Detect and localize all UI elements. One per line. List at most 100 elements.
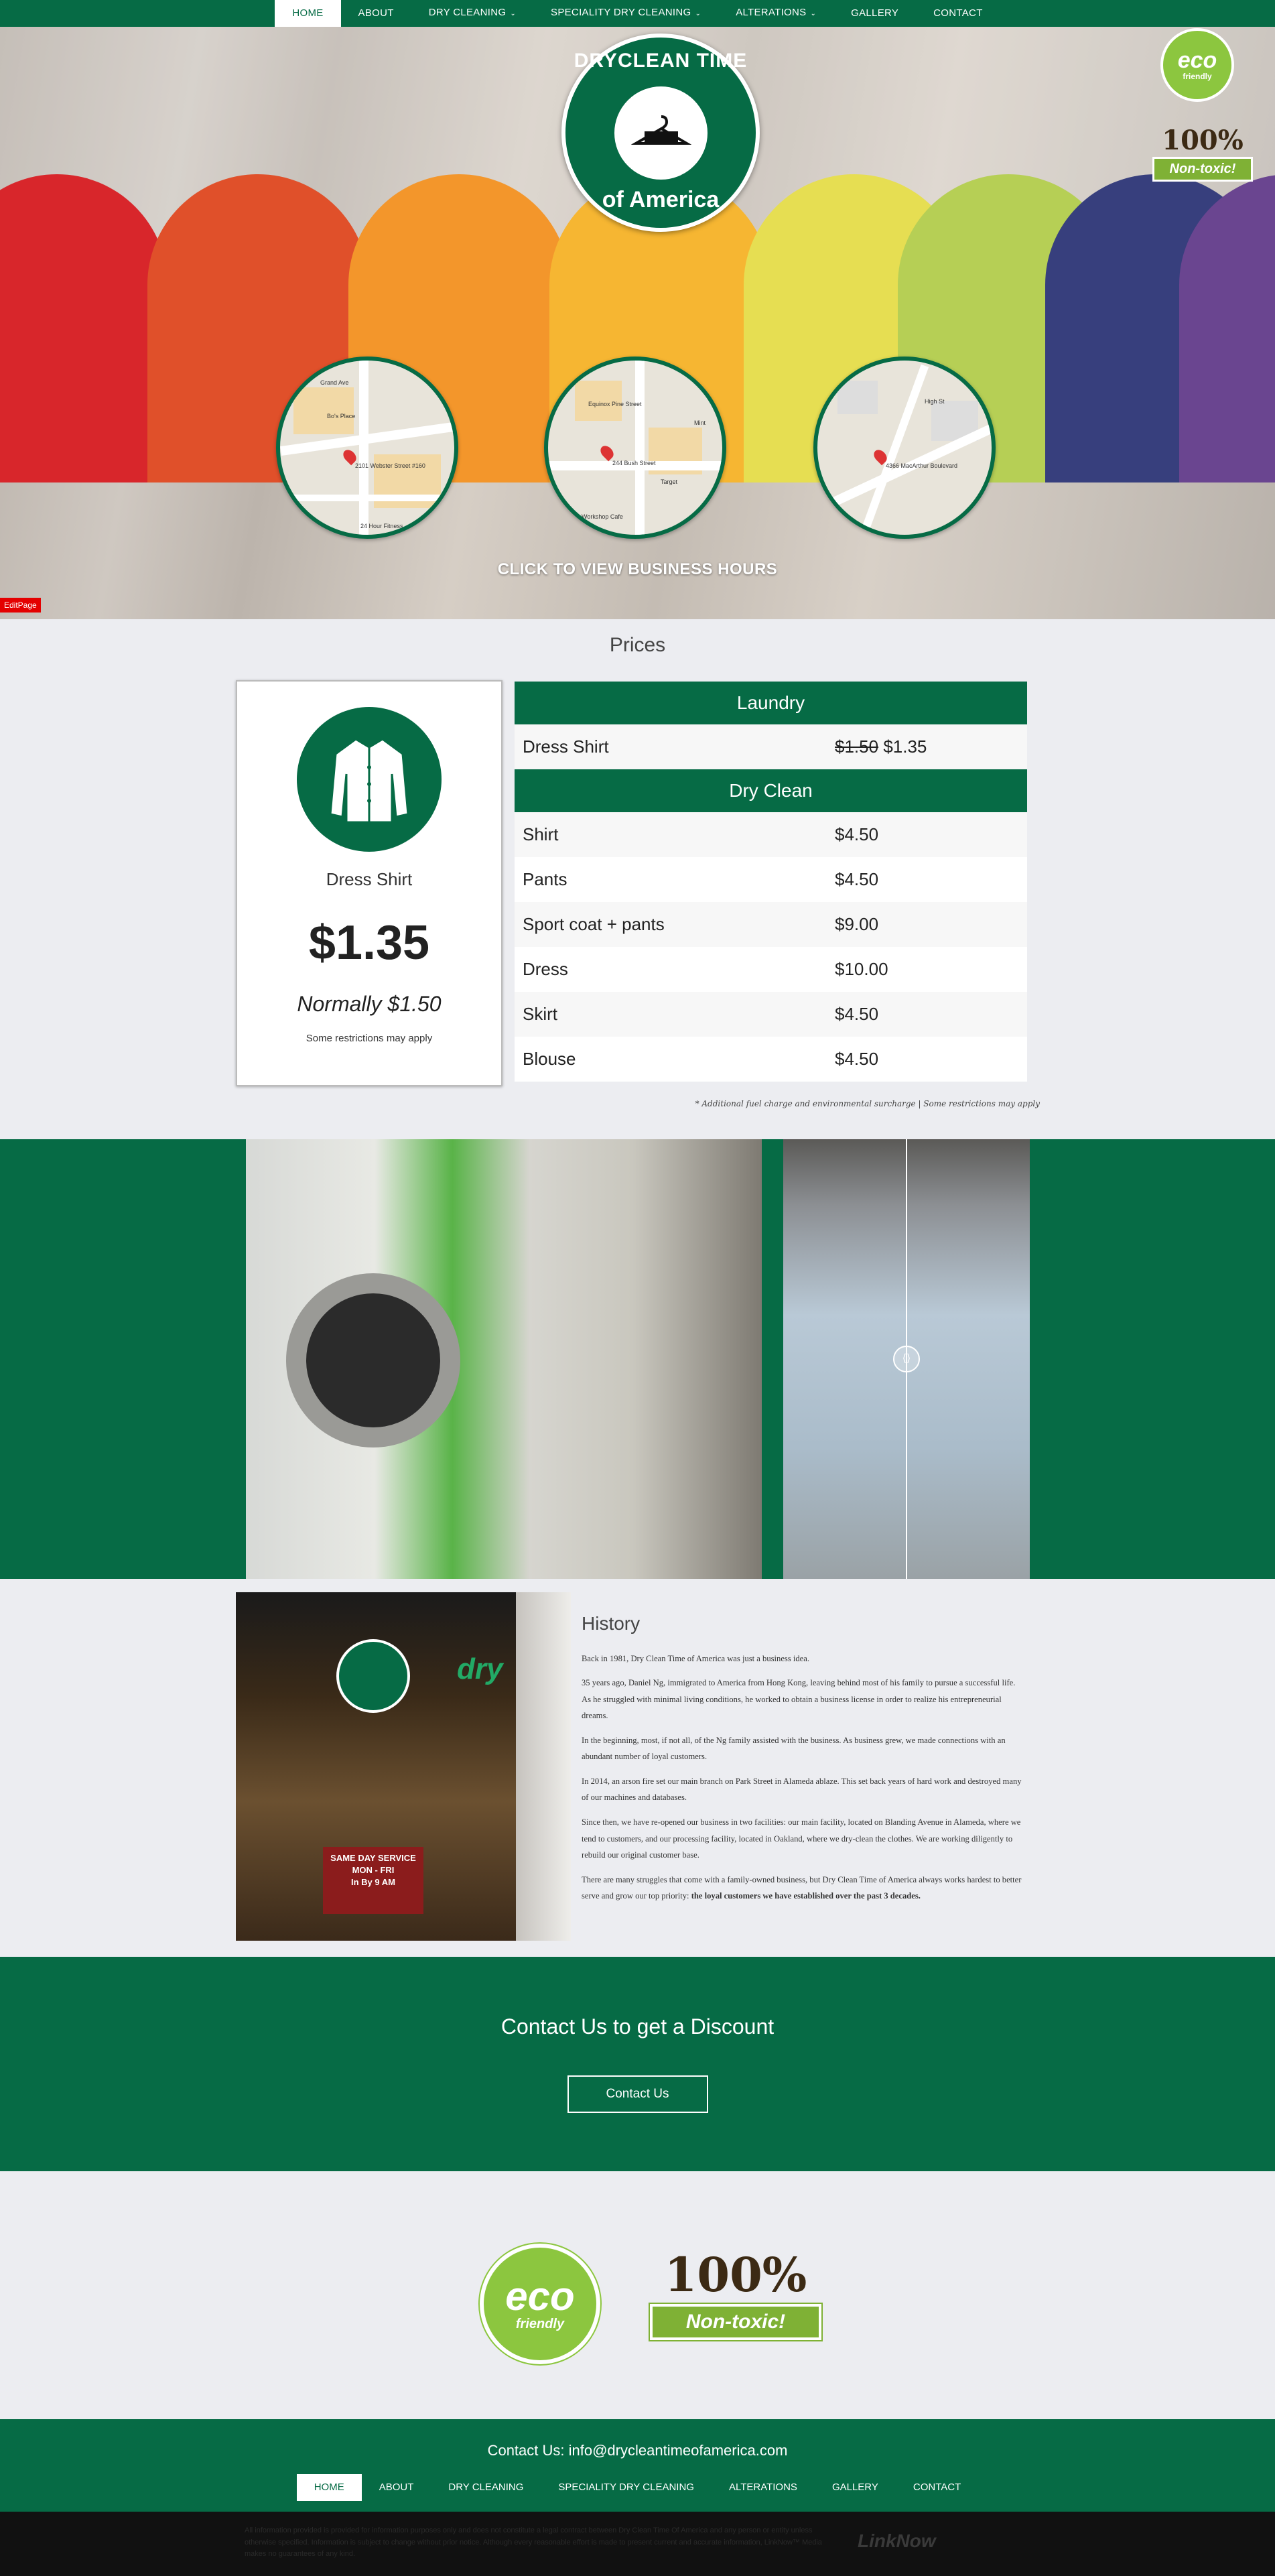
company-logo[interactable]: DRYCLEAN TIME of America [561,34,760,232]
footer-nav-item-alterations[interactable]: ALTERATIONS [712,2474,815,2501]
washer-drum [286,1273,460,1447]
map-location-1[interactable]: Grand Ave Bo's Place 2101 Webster Street… [276,357,458,539]
promo-item: Dress Shirt [326,869,413,889]
footer-email[interactable]: Contact Us: info@drycleantimeofamerica.c… [0,2442,1275,2459]
nav-label: GALLERY [851,7,899,19]
prices-title: Prices [609,634,666,656]
map-label: 24 Hour Fitness [360,523,403,529]
price-row: Pants $4.50 [515,857,1027,902]
new-price: $1.35 [883,736,927,757]
linknow-logo[interactable]: LinkNow [858,2530,936,2552]
price-row: Sport coat + pants $9.00 [515,902,1027,947]
cta-title: Contact Us to get a Discount [500,2014,775,2039]
footer-nav-label: SPECIALITY DRY CLEANING [558,2482,694,2493]
nav-item-home[interactable]: HOME [275,0,341,27]
nav-item-contact[interactable]: CONTACT [916,0,1000,27]
history-paragraph: In 2014, an arson fire set our main bran… [582,1776,1022,1803]
storefront-photo: dry SAME DAY SERVICE MON - FRI In By 9 A… [236,1592,571,1941]
promo-normal-price: Normally $1.50 [297,992,442,1016]
map-label: High St [925,398,945,405]
non-toxic-percent: 100% [1162,125,1244,156]
footer-nav-item-gallery[interactable]: GALLERY [815,2474,896,2501]
poster-line: In By 9 AM [351,1877,395,1888]
eco-badge-subtext: friendly [515,2316,565,2331]
contact-us-button[interactable]: Contact Us [567,2075,708,2113]
business-hours-link[interactable]: CLICK TO VIEW BUSINESS HOURS [0,560,1275,579]
footer-nav-item-home[interactable]: HOME [296,2474,362,2501]
hero-banner: DRYCLEAN TIME of America eco friendly 10… [0,0,1275,619]
comparison-slider-handle-icon[interactable]: ⟨⟩ [893,1346,920,1372]
nav-item-speciality-dry-cleaning[interactable]: SPECIALITY DRY CLEANING ⌄ [533,0,718,27]
history-paragraph: There are many struggles that come with … [582,1872,1024,1905]
price-fine-print: * Additional fuel charge and environment… [695,1099,1040,1108]
map-address: 2101 Webster Street #160 [355,462,425,469]
price-item-name: Shirt [523,824,559,844]
footer-nav-label: HOME [314,2482,344,2493]
nav-label: DRY CLEANING [428,7,507,18]
map-address: 244 Bush Street [612,460,656,466]
eco-badge-text: eco [505,2273,575,2319]
map-label: Grand Ave [320,379,349,386]
map-label: Bo's Place [327,413,356,420]
footer-nav-item-about[interactable]: ABOUT [362,2474,431,2501]
dryclean-rows: Shirt $4.50 Pants $4.50 Sport coat + pants $9… [515,812,1027,1082]
nav-item-alterations[interactable]: ALTERATIONS ⌄ [718,0,833,27]
map-location-3[interactable]: High St 4366 MacArthur Boulevard [813,357,996,539]
nav-label: CONTACT [933,7,983,19]
price-row: Blouse $4.50 [515,1037,1027,1082]
history-title: History [582,1613,641,1634]
legal-disclaimer: All information provided is provided for… [245,2526,822,2559]
price-item-name: Dress Shirt [523,736,609,757]
dryclean-header: Dry Clean [515,769,1027,812]
price-row: Dress Shirt $1.50 $1.35 [515,724,1027,769]
footer-nav-item-dry-cleaning[interactable]: DRY CLEANING [431,2474,541,2501]
footer: Contact Us: info@drycleantimeofamerica.c… [0,2419,1275,2512]
laundry-rows: Dress Shirt $1.50 $1.35 [515,724,1027,769]
map-label: Workshop Cafe [582,513,623,520]
logo-emblem [612,84,710,182]
non-toxic-badge: 100% Non-toxic! [1152,127,1253,189]
footer-nav-item-speciality-dry-cleaning[interactable]: SPECIALITY DRY CLEANING [541,2474,712,2501]
promo-card: Dress Shirt $1.35 Normally $1.50 Some re… [236,680,502,1086]
badges-section: eco friendly 100% Non-toxic! [0,2171,1275,2419]
nav-item-gallery[interactable]: GALLERY [833,0,916,27]
map-label: Equinox Pine Street [588,401,642,407]
price-item-value: $4.50 [835,869,879,889]
edit-page-button[interactable]: EditPage [0,598,41,613]
nav-list: HOME ABOUT DRY CLEANING ⌄ SPECIALITY DRY CLE… [275,0,1000,27]
old-price: $1.50 [835,736,879,757]
photo-section: ⟨⟩ [0,1139,1275,1579]
history-paragraph: Back in 1981, Dry Clean Time of America … [582,1653,809,1663]
nav-item-dry-cleaning[interactable]: DRY CLEANING ⌄ [411,0,533,27]
promo-restrictions: Some restrictions may apply [306,1033,433,1044]
map-address: 4366 MacArthur Boulevard [886,462,958,469]
non-toxic-badge-large: 100% Non-toxic! [650,2252,821,2340]
top-navigation: HOME ABOUT DRY CLEANING ⌄ SPECIALITY DRY CLE… [0,0,1275,27]
price-item-value: $9.00 [835,914,879,934]
shirt-badge [297,707,442,852]
promo-price: $1.35 [308,916,430,970]
map-location-2[interactable]: Equinox Pine Street Mint 244 Bush Street… [544,357,726,539]
footer-nav-label: GALLERY [831,2482,878,2493]
non-toxic-percent: 100% [664,2247,807,2303]
nav-label: ABOUT [358,7,394,19]
price-item-value: $4.50 [835,1004,879,1024]
nav-item-about[interactable]: ABOUT [341,0,411,27]
price-row: Skirt $4.50 [515,992,1027,1037]
history-paragraphs: Back in 1981, Dry Clean Time of America … [582,1651,1024,1864]
history-paragraph: 35 years ago, Daniel Ng, immigrated to A… [582,1678,1016,1721]
chevron-down-icon: ⌄ [510,10,517,17]
price-item-name: Pants [523,869,567,889]
history-section: dry SAME DAY SERVICE MON - FRI In By 9 A… [0,1579,1275,1957]
price-item-value: $4.50 [835,824,879,844]
price-item-value: $1.50 $1.35 [835,736,1027,757]
nav-label: ALTERATIONS [736,7,807,18]
before-after-shirt-photo[interactable]: ⟨⟩ [783,1139,1030,1579]
footer-nav-label: ALTERATIONS [728,2482,797,2493]
footer-nav-item-contact[interactable]: CONTACT [896,2474,978,2501]
chevron-down-icon: ⌄ [695,10,701,17]
eco-friendly-badge: eco friendly [1160,28,1234,102]
footer-nav-label: CONTACT [913,2482,961,2493]
bottom-bar: All information provided is provided for… [0,2512,1275,2576]
non-toxic-label: Non-toxic! [650,2304,821,2340]
